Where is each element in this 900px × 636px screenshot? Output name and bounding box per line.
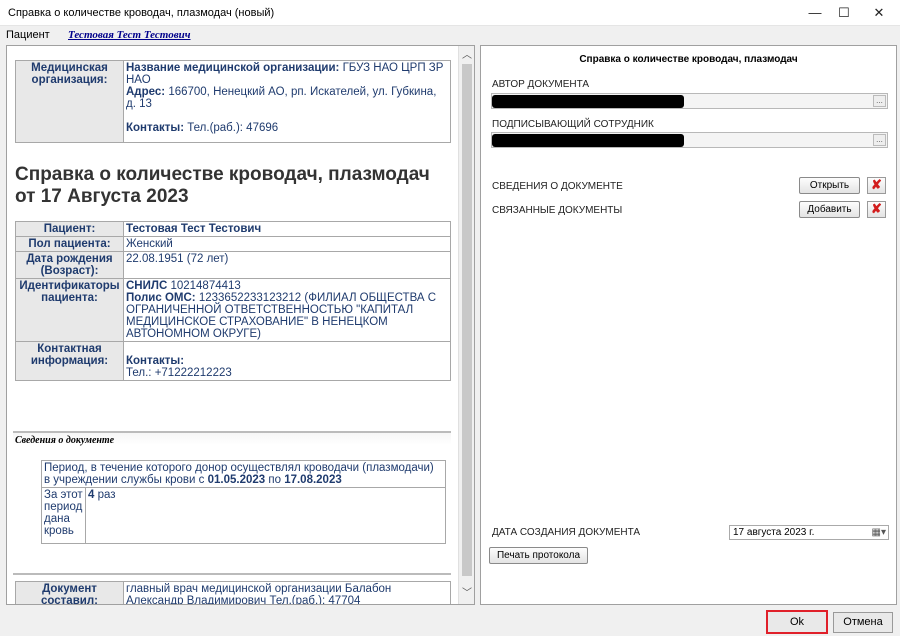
dialog-footer: Ok Отмена [0, 607, 900, 636]
section-title: Сведения о документе [15, 435, 115, 446]
period-text: Период, в течение которого донор осущест… [41, 460, 446, 488]
ok-button[interactable]: Ok [766, 610, 828, 634]
scroll-down-icon[interactable]: ﹀ [459, 586, 474, 602]
document-scrollbar[interactable]: ︿ ﹀ [458, 46, 474, 604]
title-bar: Справка о количестве кроводач, плазмодач… [0, 0, 900, 26]
contact-label: Контактная информация: [15, 341, 124, 381]
open-button[interactable]: Открыть [799, 177, 860, 194]
section-divider [13, 573, 451, 575]
birthdate-value: 22.08.1951 (72 лет) [123, 251, 451, 279]
delete-doc-info-icon[interactable]: ✘ [867, 177, 886, 194]
ids-label: Идентификаторы пациента: [15, 278, 124, 342]
donations-unit: раз [94, 489, 116, 501]
period-from: 01.05.2023 [207, 474, 266, 486]
author-label: АВТОР ДОКУМЕНТА [492, 79, 590, 90]
composer-label: Документ составил: [15, 581, 124, 604]
created-date-label: ДАТА СОЗДАНИЯ ДОКУМЕНТА [492, 527, 641, 538]
maximize-button[interactable]: ☐ [827, 0, 861, 26]
composer-value: главный врач медицинской организации Бал… [123, 581, 451, 604]
donation-table: Период, в течение которого донор осущест… [41, 460, 446, 544]
scroll-thumb[interactable] [462, 64, 472, 576]
snils-value: 10214874413 [170, 280, 241, 292]
org-address-label: Адрес: [126, 86, 166, 98]
signer-field[interactable]: ... [491, 132, 888, 148]
window-title: Справка о количестве кроводач, плазмодач… [8, 7, 275, 19]
ids-value: СНИЛС 10214874413 Полис ОМС: 12336522331… [123, 278, 451, 342]
contact-phone: Тел.: +71222212223 [126, 367, 232, 379]
print-protocol-button[interactable]: Печать протокола [489, 547, 588, 564]
document-title: Справка о количестве кроводач, плазмодач… [15, 164, 430, 207]
close-button[interactable]: ✕ [862, 0, 896, 26]
composer-table: Документ составил: главный врач медицинс… [15, 581, 451, 604]
patient-label: Пациент [6, 29, 50, 41]
oms-label: Полис ОМС: [126, 292, 196, 304]
org-address-value: 166700, Ненецкий АО, рп. Искателей, ул. … [126, 86, 437, 110]
signer-label: ПОДПИСЫВАЮЩИЙ СОТРУДНИК [492, 119, 654, 130]
org-details: Название медицинской организации: ГБУЗ Н… [123, 60, 451, 143]
created-date-value: 17 августа 2023 г. [733, 527, 815, 538]
delete-related-icon[interactable]: ✘ [867, 201, 886, 218]
patient-link[interactable]: Тестовая Тест Тестович [68, 29, 191, 41]
doc-info-label: СВЕДЕНИЯ О ДОКУМЕНТЕ [492, 181, 623, 192]
period-mid: по [265, 474, 285, 486]
section-header: Сведения о документе [13, 431, 451, 446]
add-button[interactable]: Добавить [799, 201, 860, 218]
gender-label: Пол пациента: [15, 236, 124, 252]
author-browse-button[interactable]: ... [873, 95, 886, 107]
related-docs-label: СВЯЗАННЫЕ ДОКУМЕНТЫ [492, 205, 623, 216]
signer-browse-button[interactable]: ... [873, 134, 886, 146]
org-contacts-label: Контакты: [126, 122, 185, 134]
panel-title: Справка о количестве кроводач, плазмодач [579, 54, 798, 65]
donations-value: 4 раз [85, 487, 446, 544]
patient-bar: Пациент Тестовая Тест Тестович [0, 26, 900, 44]
gender-value: Женский [123, 236, 451, 252]
contact-value: Контакты: Тел.: +71222212223 [123, 341, 451, 381]
org-header: Медицинская организация: [15, 60, 124, 143]
document-preview: Медицинская организация: Название медици… [6, 45, 475, 605]
author-field[interactable]: ... [491, 93, 888, 109]
cancel-button[interactable]: Отмена [833, 612, 893, 633]
patient-row-label: Пациент: [15, 221, 124, 237]
author-redacted [492, 95, 684, 108]
document-content: Медицинская организация: Название медици… [7, 46, 459, 604]
patient-table: Пациент: Тестовая Тест Тестович Пол паци… [15, 221, 451, 381]
snils-label: СНИЛС [126, 280, 168, 292]
org-name-label: Название медицинской организации: [126, 62, 340, 74]
scroll-up-icon[interactable]: ︿ [459, 48, 474, 64]
patient-row-value: Тестовая Тест Тестович [123, 221, 451, 237]
created-date-picker[interactable]: 17 августа 2023 г. ▦▾ [729, 525, 889, 540]
properties-panel: Справка о количестве кроводач, плазмодач… [480, 45, 897, 605]
birthdate-label: Дата рождения (Возраст): [15, 251, 124, 279]
signer-redacted [492, 134, 684, 147]
org-contacts-value: Тел.(раб.): 47696 [187, 122, 279, 134]
period-to: 17.08.2023 [284, 474, 342, 486]
organization-table: Медицинская организация: Название медици… [15, 60, 451, 143]
contact-sub-label: Контакты: [126, 355, 185, 367]
calendar-dropdown-icon[interactable]: ▦▾ [872, 526, 886, 539]
donations-label: За этот период дана кровь [41, 487, 86, 544]
